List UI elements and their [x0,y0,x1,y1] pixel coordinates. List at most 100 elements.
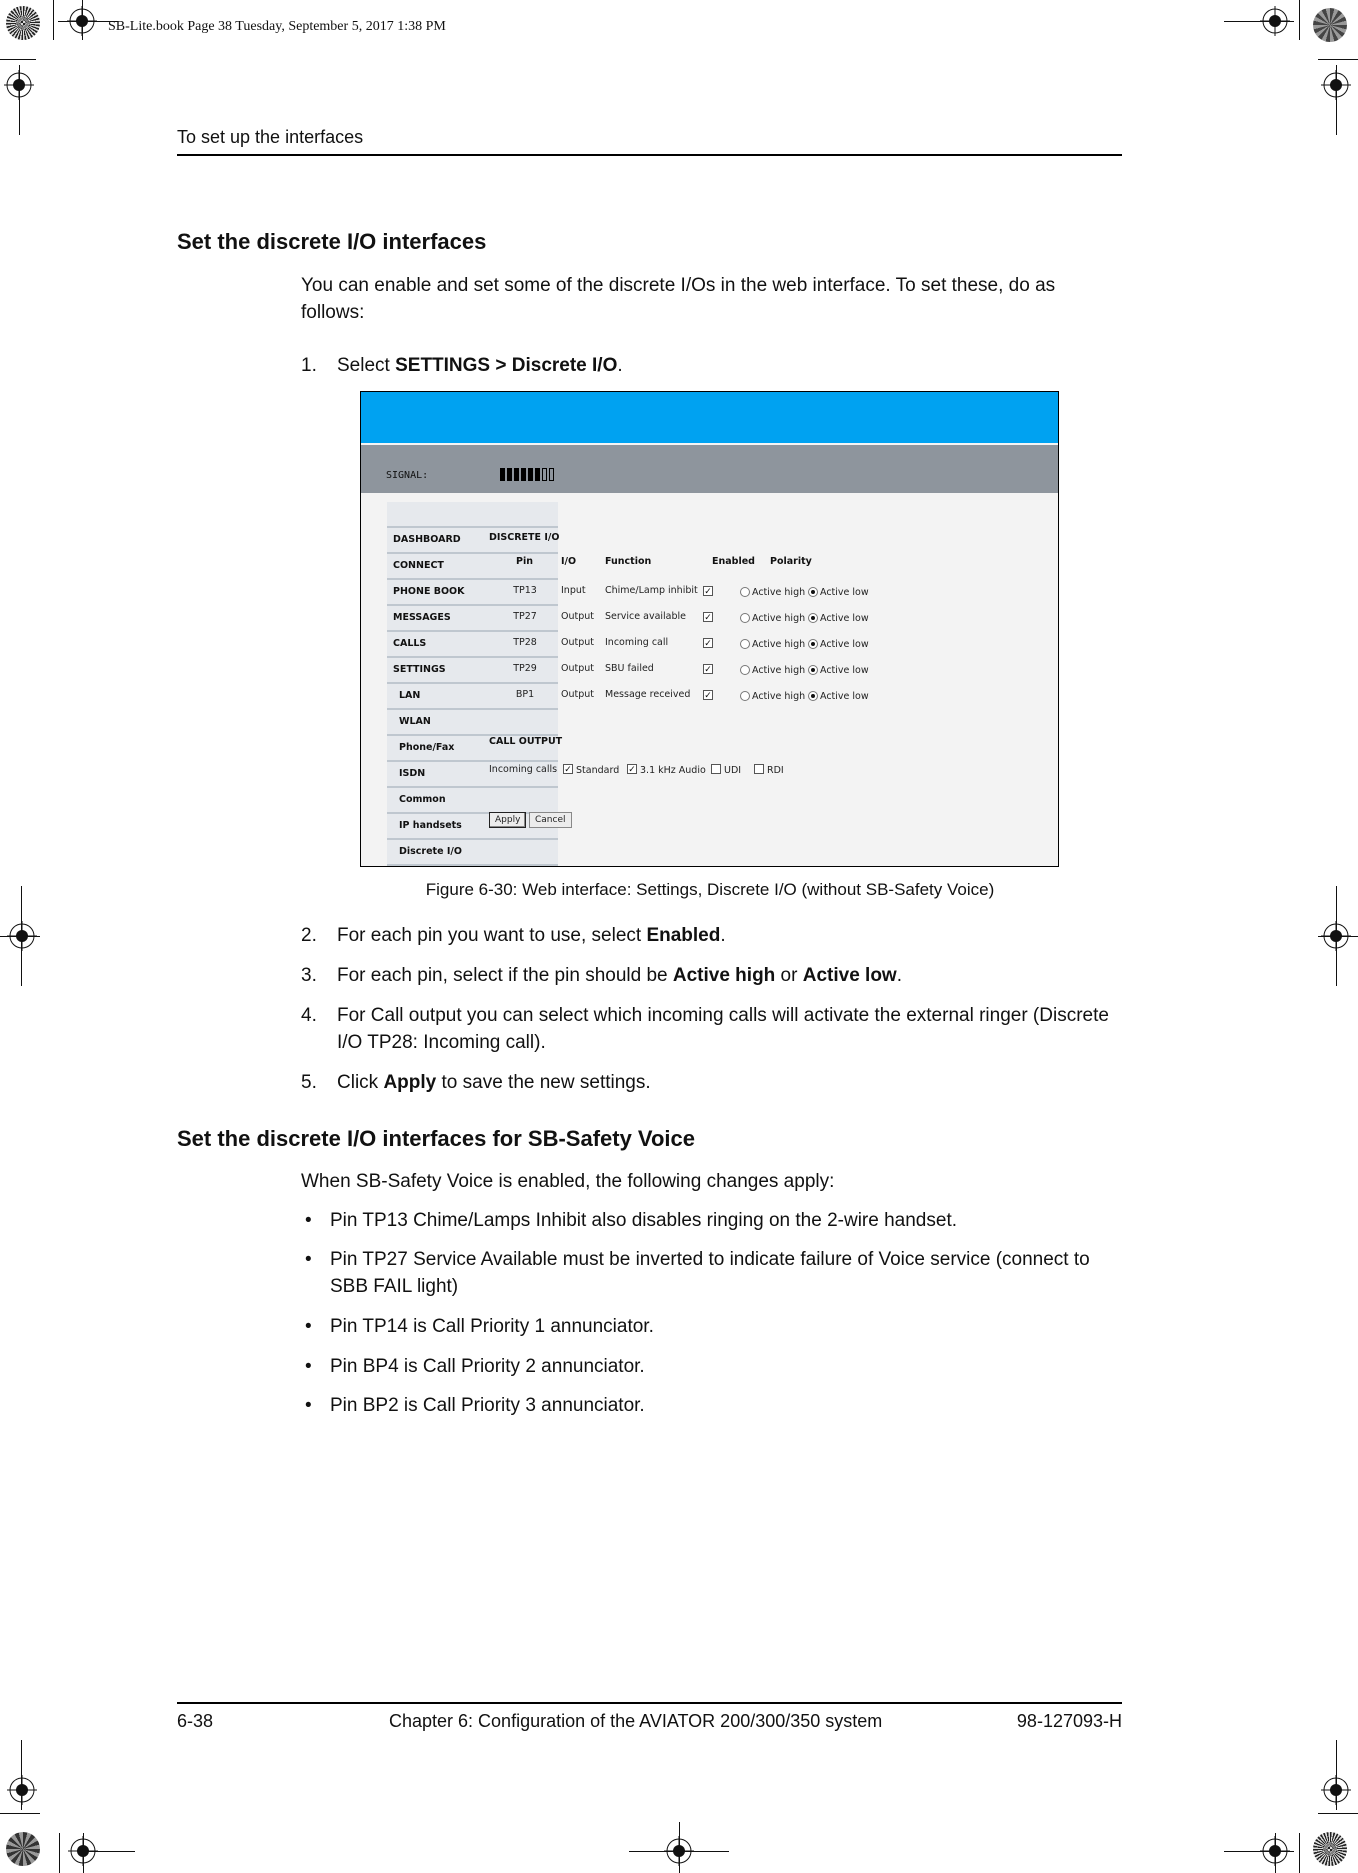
io-cell: Output [561,689,594,700]
print-slug: SB-Lite.book Page 38 Tuesday, September … [108,19,446,34]
active-low-radio[interactable] [808,665,818,675]
bullet-text: Pin TP13 Chime/Lamps Inhibit also disabl… [330,1210,957,1231]
web-interface-figure: SIGNAL: DASHBOARD CONNECT PHONE BOOK MESSAG… [360,391,1059,867]
crop-line [53,0,54,40]
web-header-banner [361,392,1058,443]
active-low-label: Active low [820,587,869,598]
active-high-radio[interactable] [740,665,750,675]
crop-line [679,1822,680,1873]
step-menu-path: SETTINGS > Discrete I/O [395,355,618,376]
active-high-label: Active high [752,665,806,676]
active-low-label: Active low [820,691,869,702]
cancel-button[interactable]: Cancel [529,812,572,828]
starburst-mark-icon [1313,1832,1347,1866]
call-type-label: RDI [767,765,784,776]
page-number: 6-38 [177,1711,214,1731]
enabled-checkbox[interactable]: ✓ [703,690,713,700]
active-low-radio[interactable] [808,587,818,597]
io-cell: Output [561,637,594,648]
active-low-label: Active low [820,613,869,624]
function-cell: Message received [605,689,691,700]
step-text: Click Apply to save the new settings. [337,1069,1117,1096]
active-high-radio[interactable] [740,587,750,597]
active-low-radio[interactable] [808,613,818,623]
call-type-checkbox[interactable]: ✓ [627,764,637,774]
function-cell: Incoming call [605,637,669,648]
signal-bar-filled [535,468,540,481]
running-header: To set up the interfaces [177,127,364,147]
starburst-mark-icon [6,1832,40,1866]
bullet-text: Pin BP2 is Call Priority 3 annunciator. [330,1395,645,1416]
crop-line [1299,1833,1300,1873]
active-high-radio[interactable] [740,691,750,701]
crop-line [83,1833,84,1873]
crop-line [1318,59,1358,60]
safety-voice-intro: When SB-Safety Voice is enabled, the fol… [301,1171,835,1192]
enabled-checkbox[interactable]: ✓ [703,612,713,622]
function-cell: Service available [605,611,687,622]
active-high-label: Active high [752,587,806,598]
signal-bar-filled [514,468,519,481]
figure-caption: Figure 6-30: Web interface: Settings, Di… [425,880,995,899]
signal-bar-empty [542,468,547,481]
column-header-io: I/O [561,556,577,567]
step-text-part: For each pin you want to use, select [337,925,647,946]
chapter-title: Chapter 6: Configuration of the AVIATOR … [389,1711,883,1731]
enabled-checkbox[interactable]: ✓ [703,664,713,674]
crop-line [1224,21,1294,22]
active-low-radio[interactable] [808,639,818,649]
active-high-radio[interactable] [740,639,750,649]
function-cell: Chime/Lamp inhibit [605,585,698,596]
section-heading-safety-voice: Set the discrete I/O interfaces for SB-S… [177,1126,695,1151]
intro-paragraph: You can enable and set some of the discr… [301,275,1056,323]
pin-cell: TP28 [513,637,537,648]
call-type-checkbox[interactable] [754,764,764,774]
call-type-checkbox[interactable]: ✓ [563,764,573,774]
sidebar-blank-cell [387,502,558,528]
io-cell: Output [561,663,594,674]
header-rule [177,154,1122,156]
active-high-label: Active high [752,639,806,650]
crop-line [19,65,20,135]
section-heading: Set the discrete I/O interfaces [177,229,487,254]
signal-strength-indicator [500,468,554,481]
enabled-checkbox[interactable]: ✓ [703,586,713,596]
column-header-pin: Pin [516,556,533,567]
signal-bar-filled [521,468,526,481]
bullet-icon: • [305,1356,312,1377]
enabled-checkbox[interactable]: ✓ [703,638,713,648]
step-text-part: . [720,925,726,946]
crop-line [1318,1813,1358,1814]
call-type-checkbox[interactable] [711,764,721,774]
crop-line [1336,65,1337,135]
crop-line [83,1851,135,1852]
bullet-text: Pin TP14 is Call Priority 1 annunciator. [330,1316,654,1337]
step-bold-term: Enabled [646,925,721,946]
column-header-polarity: Polarity [770,556,812,567]
column-header-function: Function [605,556,652,567]
step-text: Select SETTINGS > Discrete I/O. [337,352,1117,379]
active-high-label: Active high [752,613,806,624]
apply-button[interactable]: Apply [489,812,527,828]
active-high-label: Active high [752,691,806,702]
document-number: 98-127093-H [1016,1711,1122,1731]
io-cell: Input [561,585,586,596]
sidebar-item-wlan[interactable]: WLAN [387,710,558,736]
step-text: For each pin you want to use, select Ena… [337,922,1117,949]
sidebar-item-discrete-i-o[interactable]: Discrete I/O [387,840,558,866]
starburst-mark-icon [6,6,40,40]
bullet-text: Pin BP4 is Call Priority 2 annunciator. [330,1356,645,1377]
call-type-label: 3.1 kHz Audio [640,765,706,776]
function-cell: SBU failed [605,663,654,674]
starburst-mark-icon [1313,8,1347,42]
sidebar-item-common[interactable]: Common [387,788,558,814]
signal-bar-filled [528,468,533,481]
active-low-label: Active low [820,639,869,650]
step-text-part: to save the new settings. [436,1072,651,1093]
step-text-part: Select [337,355,396,376]
active-low-radio[interactable] [808,691,818,701]
active-high-radio[interactable] [740,613,750,623]
step-number: 1. [301,355,317,376]
step-text-part: . [896,965,902,986]
crosshair-mark-icon [1321,1775,1351,1805]
